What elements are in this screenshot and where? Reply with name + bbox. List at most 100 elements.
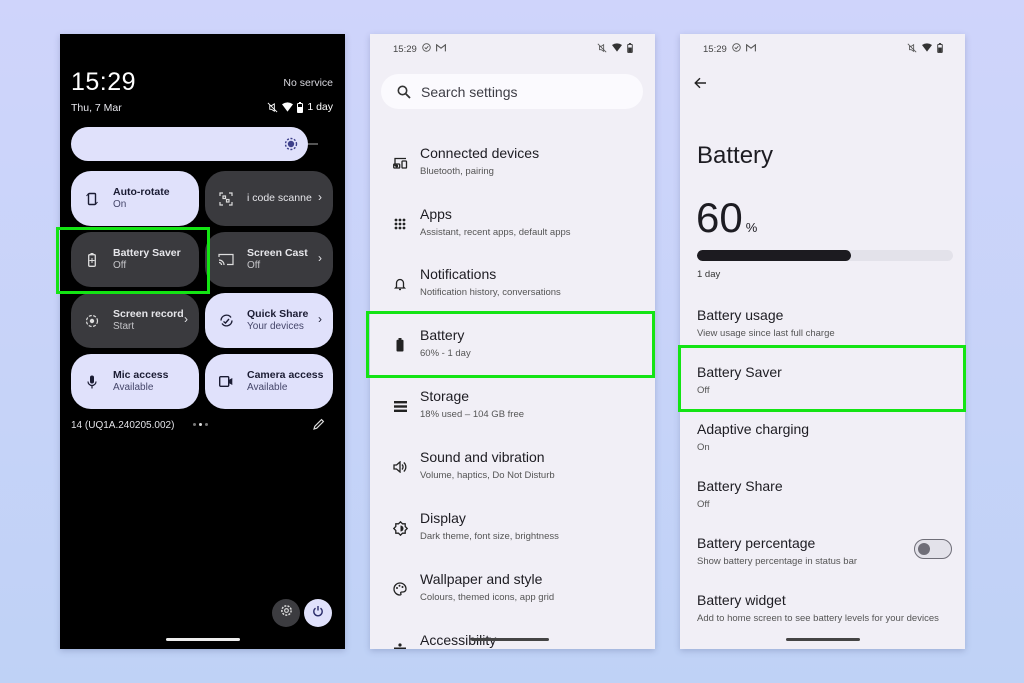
item-subtitle: Dark theme, font size, brightness [420,531,559,542]
page-indicator [193,423,208,426]
tile-subtitle: Your devices [247,320,304,332]
battery-estimate: 1 day [697,269,721,280]
settings-item-notifications[interactable]: Notifications Notification history, conv… [370,254,655,314]
item-title: Battery Saver [697,364,782,380]
item-subtitle: Volume, haptics, Do Not Disturb [420,470,555,481]
wifi-icon [922,43,932,55]
battery-status-icon [627,42,633,56]
item-subtitle: Assistant, recent apps, default apps [420,227,571,238]
apps-grid-icon [392,216,408,232]
battery-item-battery-percentage[interactable]: Battery percentage Show battery percenta… [680,530,965,586]
page-dot [193,423,196,426]
clock: 15:29 [71,68,137,96]
battery-level: 60% [696,194,757,242]
status-bar: 15:29 [393,42,633,56]
status-time: 15:29 [393,43,417,55]
volume-icon [392,459,408,475]
settings-item-connected-devices[interactable]: Connected devices Bluetooth, pairing [370,133,655,193]
gear-icon [280,604,293,622]
settings-item-apps[interactable]: Apps Assistant, recent apps, default app… [370,194,655,254]
item-title: Battery Share [697,478,783,494]
item-title: Notifications [420,266,497,282]
settings-item-wallpaper-and-style[interactable]: Wallpaper and style Colours, themed icon… [370,559,655,619]
settings-item-display[interactable]: Display Dark theme, font size, brightnes… [370,498,655,558]
item-subtitle: Off [697,385,710,396]
battery-level-fill [697,250,851,261]
battery-item-battery-widget[interactable]: Battery widget Add to home screen to see… [680,587,965,643]
tile-auto-rotate[interactable]: Auto-rotate On [71,171,199,226]
battery-level-symbol: % [745,220,758,235]
settings-button[interactable] [272,599,300,627]
page-dot [205,423,208,426]
tile-mic-access[interactable]: Mic access Available [71,354,199,409]
gesture-nav-handle[interactable] [165,638,240,641]
mute-icon [907,43,917,56]
search-settings-input[interactable]: Search settings [381,74,643,109]
battery-item-adaptive-charging[interactable]: Adaptive charging On [680,416,965,472]
battery-level-value: 60 [696,194,743,241]
tile-title: Auto-rotate [113,185,170,198]
brightness-slider[interactable] [71,127,308,161]
battery-percentage-toggle[interactable] [914,539,952,559]
battery-saver-icon [82,252,102,267]
gmail-icon [745,43,756,55]
check-circle-icon [732,43,741,55]
item-title: Display [420,510,466,526]
tile-quick-share[interactable]: Quick Share Your devices › [205,293,333,348]
connected-devices-icon [392,155,408,171]
tile-screen-record[interactable]: Screen record Start › [71,293,199,348]
item-subtitle: Colours, themed icons, app grid [420,592,555,603]
settings-item-storage[interactable]: Storage 18% used – 104 GB free [370,376,655,436]
settings-item-accessibility[interactable]: Accessibility [370,620,655,649]
mute-icon [267,102,278,113]
tile-subtitle: Available [247,381,288,393]
item-title: Apps [420,206,452,222]
mute-icon [597,43,607,56]
settings-item-sound-and-vibration[interactable]: Sound and vibration Volume, haptics, Do … [370,437,655,497]
settings-screen: 15:29 Search settings Connected devices … [370,34,655,649]
tile-camera-access[interactable]: Camera access Available [205,354,333,409]
chevron-right-icon: › [318,251,322,265]
tile-subtitle: Off [113,259,127,271]
battery-item-battery-share[interactable]: Battery Share Off [680,473,965,529]
chevron-right-icon: › [318,312,322,326]
check-circle-icon [422,43,431,55]
back-button[interactable] [694,76,707,94]
wifi-icon [282,102,294,112]
status-icons: 1 day [267,101,333,113]
power-icon [312,604,324,622]
tile-subtitle: Start [113,320,135,332]
gesture-nav-handle[interactable] [471,638,549,641]
item-subtitle: Off [697,499,710,510]
battery-item-battery-saver[interactable]: Battery Saver Off [680,359,965,415]
build-number: 14 (UQ1A.240205.002) [71,420,175,431]
item-subtitle: Notification history, conversations [420,287,561,298]
qr-scanner-icon [216,191,236,206]
tile-battery-saver[interactable]: Battery Saver Off [71,232,199,287]
tile-subtitle: On [113,198,127,210]
camera-icon [216,376,236,387]
brightness-icon [284,137,298,156]
item-title: Sound and vibration [420,449,545,465]
gesture-nav-handle[interactable] [785,638,860,641]
tile-title: Screen Cast [247,246,308,259]
storage-icon [392,398,408,414]
item-title: Wallpaper and style [420,571,543,587]
gmail-icon [435,43,446,55]
chevron-right-icon: › [184,312,188,326]
tile-qr-code-scanner[interactable]: i code scanne › [205,171,333,226]
item-subtitle: Show battery percentage in status bar [697,556,858,567]
battery-settings-screen: 15:29 Battery 60% 1 day Battery usage Vi… [680,34,965,649]
battery-icon [392,337,408,353]
power-button[interactable] [304,599,332,627]
battery-item-usage[interactable]: Battery usage View usage since last full… [680,302,965,358]
edit-pencil-icon[interactable] [313,417,325,435]
tile-title: Mic access [113,368,169,381]
chevron-right-icon: › [318,190,322,204]
tile-screen-cast[interactable]: Screen Cast Off › [205,232,333,287]
screen-record-icon [82,314,102,328]
tile-subtitle: Available [113,381,154,393]
bell-icon [392,276,408,292]
item-subtitle: Add to home screen to see battery levels… [697,613,939,624]
settings-item-battery[interactable]: Battery 60% - 1 day [370,315,655,375]
